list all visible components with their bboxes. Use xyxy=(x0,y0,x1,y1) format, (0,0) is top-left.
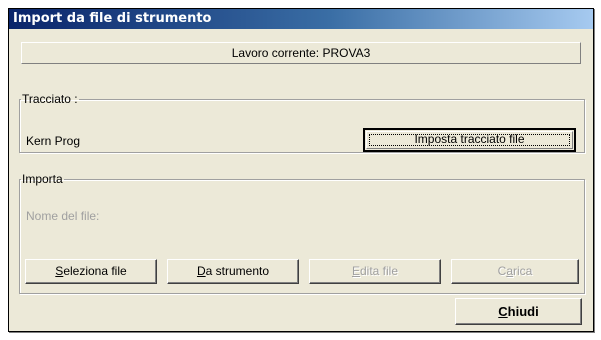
importa-group: Importa Nome del file: Seleziona file Da… xyxy=(19,172,585,294)
load-button[interactable]: Carica xyxy=(451,259,579,284)
format-name-label: Kern Prog xyxy=(26,134,81,148)
file-name-label: Nome del file: xyxy=(26,209,100,223)
set-format-button-label: Imposta tracciato file xyxy=(414,132,525,146)
dialog-title: Import da file di strumento xyxy=(9,9,593,29)
from-instrument-button[interactable]: Da strumento xyxy=(167,259,299,284)
tracciato-legend: Tracciato : xyxy=(22,92,78,106)
tracciato-group: Tracciato : Kern Prog Imposta tracciato … xyxy=(19,92,585,153)
close-button[interactable]: Chiudi xyxy=(455,298,582,325)
edit-file-button[interactable]: Edita file xyxy=(309,259,441,284)
select-file-button[interactable]: Seleziona file xyxy=(25,259,157,284)
current-job-panel: Lavoro corrente: PROVA3 xyxy=(21,42,581,64)
set-format-button[interactable]: Imposta tracciato file xyxy=(363,128,576,152)
import-dialog: Import da file di strumento Lavoro corre… xyxy=(8,8,594,332)
importa-legend: Importa xyxy=(22,172,63,186)
